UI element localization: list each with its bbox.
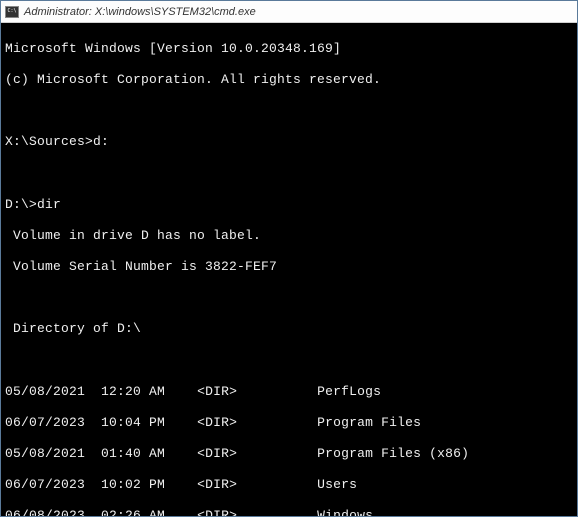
- prompt: D:\>: [5, 197, 37, 212]
- cmd-icon: [5, 6, 19, 18]
- dir-row: 06/07/2023 10:04 PM <DIR> Program Files: [5, 415, 573, 431]
- dir-row: 05/08/2021 12:20 AM <DIR> PerfLogs: [5, 384, 573, 400]
- blank: [5, 103, 573, 119]
- prompt-line: D:\>dir: [5, 197, 573, 213]
- dir-row: 05/08/2021 01:40 AM <DIR> Program Files …: [5, 446, 573, 462]
- blank: [5, 352, 573, 368]
- title-text: Administrator: X:\windows\SYSTEM32\cmd.e…: [24, 6, 256, 18]
- copyright-line: (c) Microsoft Corporation. All rights re…: [5, 72, 573, 88]
- dir-vol-serial: Volume Serial Number is 3822-FEF7: [5, 259, 573, 275]
- terminal-area[interactable]: Microsoft Windows [Version 10.0.20348.16…: [1, 23, 577, 516]
- blank: [5, 290, 573, 306]
- blank: [5, 165, 573, 181]
- dir-row: 06/07/2023 10:02 PM <DIR> Users: [5, 477, 573, 493]
- prompt-line: X:\Sources>d:: [5, 134, 573, 150]
- cmd-input: dir: [37, 197, 61, 212]
- dir-vol-label: Volume in drive D has no label.: [5, 228, 573, 244]
- version-line: Microsoft Windows [Version 10.0.20348.16…: [5, 41, 573, 57]
- dir-of: Directory of D:\: [5, 321, 573, 337]
- prompt: X:\Sources>: [5, 134, 93, 149]
- cmd-input: d:: [93, 134, 109, 149]
- dir-row: 06/08/2023 02:26 AM <DIR> Windows: [5, 508, 573, 516]
- titlebar[interactable]: Administrator: X:\windows\SYSTEM32\cmd.e…: [1, 1, 577, 23]
- cmd-window: Administrator: X:\windows\SYSTEM32\cmd.e…: [0, 0, 578, 517]
